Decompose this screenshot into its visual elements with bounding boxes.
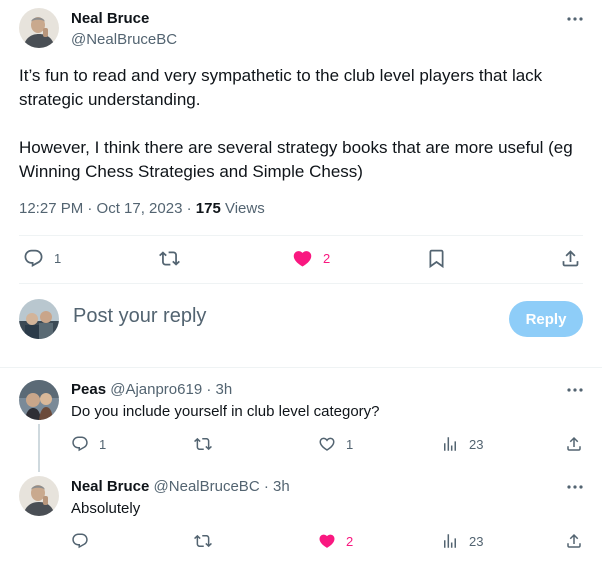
- reply-header: Neal Bruce @NealBruceBC · 3h: [71, 478, 290, 495]
- post-text: It’s fun to read and very sympathetic to…: [19, 64, 594, 184]
- bookmark-button[interactable]: [426, 248, 447, 269]
- thread-connector: [38, 424, 40, 472]
- reply-count: 1: [99, 436, 107, 452]
- reply-header: Peas @Ajanpro619 · 3h: [71, 381, 232, 398]
- reply-placeholder: Post your reply: [73, 305, 207, 327]
- post-text-line: However, I think there are several strat…: [19, 138, 573, 157]
- heart-icon: [292, 248, 313, 269]
- share-button[interactable]: [565, 435, 583, 453]
- reply-icon: [71, 435, 89, 453]
- divider: [19, 283, 583, 284]
- heart-icon: [318, 532, 336, 550]
- heart-icon: [318, 435, 336, 453]
- views-icon: [441, 435, 459, 453]
- like-button[interactable]: 2: [318, 532, 353, 550]
- reply-avatar[interactable]: [19, 476, 59, 516]
- author-avatar[interactable]: [19, 8, 59, 48]
- reply-timestamp[interactable]: · 3h: [202, 381, 232, 398]
- reply-author-name[interactable]: Neal Bruce: [71, 478, 149, 495]
- like-count: 1: [346, 436, 354, 452]
- divider: [19, 235, 583, 236]
- views-button[interactable]: 23: [441, 532, 483, 550]
- more-icon[interactable]: [565, 380, 585, 400]
- reply-author-handle[interactable]: @Ajanpro619: [110, 381, 202, 398]
- author-name[interactable]: Neal Bruce: [71, 10, 149, 27]
- reply-text: Absolutely: [71, 500, 141, 517]
- reply-composer-input[interactable]: Post your reply: [73, 305, 493, 335]
- repost-button[interactable]: [194, 435, 212, 453]
- post-timestamp[interactable]: 12:27 PM · Oct 17, 2023 ·: [19, 200, 196, 217]
- share-button[interactable]: [560, 248, 581, 269]
- post-text-line: Winning Chess Strategies and Simple Ches…: [19, 162, 363, 181]
- reply-text: Do you include yourself in club level ca…: [71, 403, 380, 420]
- repost-icon: [159, 248, 180, 269]
- bookmark-icon: [426, 248, 447, 269]
- reply-author-name[interactable]: Peas: [71, 381, 106, 398]
- repost-button[interactable]: [194, 532, 212, 550]
- share-icon: [565, 532, 583, 550]
- reply-author-handle[interactable]: @NealBruceBC: [154, 478, 260, 495]
- more-icon[interactable]: [565, 9, 585, 29]
- post-text-line: It’s fun to read and very sympathetic to…: [19, 66, 543, 85]
- post-text-line: strategic understanding.: [19, 90, 201, 109]
- like-count: 2: [323, 251, 331, 266]
- repost-icon: [194, 435, 212, 453]
- like-button[interactable]: 2: [292, 248, 330, 269]
- share-icon: [560, 248, 581, 269]
- views-count: 23: [469, 436, 484, 452]
- views-label: Views: [220, 200, 265, 217]
- views-count: 175: [195, 200, 221, 217]
- repost-icon: [194, 532, 212, 550]
- like-button[interactable]: 1: [318, 435, 353, 453]
- views-button[interactable]: 23: [441, 435, 483, 453]
- views-icon: [441, 532, 459, 550]
- author-handle[interactable]: @NealBruceBC: [71, 31, 177, 48]
- reply-button[interactable]: 1: [71, 435, 106, 453]
- reply-count: 1: [54, 251, 62, 266]
- repost-button[interactable]: [159, 248, 180, 269]
- more-icon[interactable]: [565, 477, 585, 497]
- reply-button[interactable]: 1: [23, 248, 61, 269]
- reply-icon: [23, 248, 44, 269]
- current-user-avatar[interactable]: [19, 299, 59, 339]
- views-count: 23: [469, 533, 484, 549]
- reply-timestamp[interactable]: · 3h: [260, 478, 290, 495]
- post-metadata: 12:27 PM · Oct 17, 2023 · 175 Views: [19, 200, 265, 217]
- share-icon: [565, 435, 583, 453]
- share-button[interactable]: [565, 532, 583, 550]
- reply-button[interactable]: [71, 532, 89, 550]
- like-count: 2: [346, 533, 354, 549]
- reply-submit-button[interactable]: Reply: [509, 301, 583, 337]
- reply-icon: [71, 532, 89, 550]
- reply-avatar[interactable]: [19, 380, 59, 420]
- divider: [0, 367, 602, 368]
